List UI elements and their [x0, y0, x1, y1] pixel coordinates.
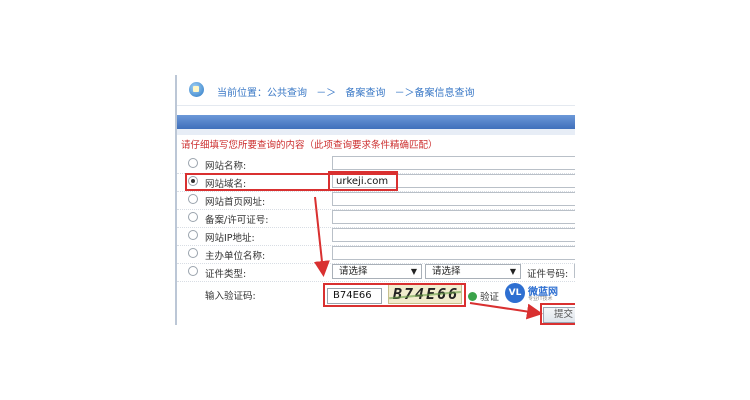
annotation-arrows [313, 196, 543, 320]
query-panel: 当前位置：公共查询 －＞ 备案查询 －＞备案信息查询 请仔细填写您所要查询的内容… [175, 75, 575, 325]
arrow-to-submit [469, 302, 543, 320]
arrow-to-captcha [313, 196, 330, 277]
